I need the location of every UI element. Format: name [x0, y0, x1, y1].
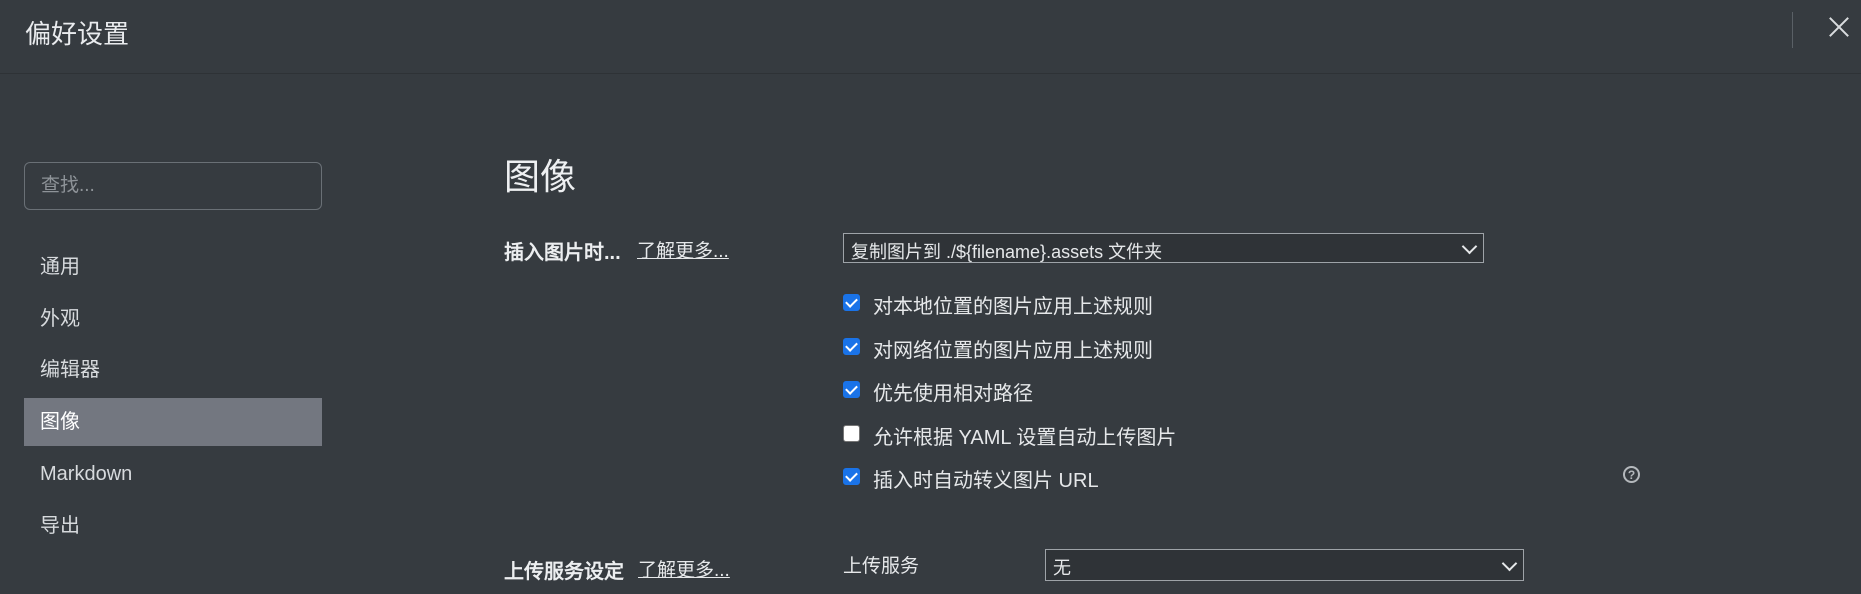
option-label: 优先使用相对路径 [873, 383, 1033, 405]
insert-learn-more-link[interactable]: 了解更多... [637, 236, 729, 263]
option-label: 允许根据 YAML 设置自动上传图片 [873, 427, 1177, 449]
upload-learn-more-link[interactable]: 了解更多... [638, 555, 730, 582]
insert-image-label: 插入图片时... [504, 242, 621, 264]
help-icon[interactable]: ? [1623, 466, 1640, 483]
sidebar-item-export[interactable]: 导出 [24, 502, 322, 550]
option-label: 对本地位置的图片应用上述规则 [873, 296, 1153, 318]
option-label: 插入时自动转义图片 URL [873, 470, 1099, 492]
page-title: 图像 [504, 156, 577, 197]
upload-service-value: 无 [1053, 558, 1071, 578]
chevron-down-icon [1501, 555, 1518, 572]
checkbox-escape-url[interactable] [843, 468, 860, 485]
upload-service-select[interactable]: 无 [1045, 549, 1524, 581]
checkbox-relative-path[interactable] [843, 381, 860, 398]
checkbox-apply-local[interactable] [843, 294, 860, 311]
upload-service-settings-label: 上传服务设定 [504, 561, 624, 583]
insert-action-select[interactable]: 复制图片到 ./${filename}.assets 文件夹 [843, 233, 1484, 263]
sidebar-item-general[interactable]: 通用 [24, 243, 322, 291]
sidebar-item-editor[interactable]: 编辑器 [24, 346, 322, 394]
close-icon[interactable] [1822, 10, 1858, 46]
upload-service-label: 上传服务 [843, 556, 920, 577]
window-title: 偏好设置 [25, 19, 130, 49]
search-input[interactable] [24, 162, 322, 210]
sidebar-item-markdown[interactable]: Markdown [24, 450, 322, 498]
sidebar-item-appearance[interactable]: 外观 [24, 295, 322, 343]
checkbox-yaml-upload[interactable] [843, 425, 860, 442]
sidebar-item-image[interactable]: 图像 [24, 398, 322, 446]
title-bar: 偏好设置 [0, 0, 1861, 74]
insert-action-value: 复制图片到 ./${filename}.assets 文件夹 [851, 242, 1163, 262]
chevron-down-icon [1461, 238, 1478, 255]
header-divider [1792, 12, 1793, 48]
option-label: 对网络位置的图片应用上述规则 [873, 340, 1153, 362]
checkbox-apply-network[interactable] [843, 338, 860, 355]
